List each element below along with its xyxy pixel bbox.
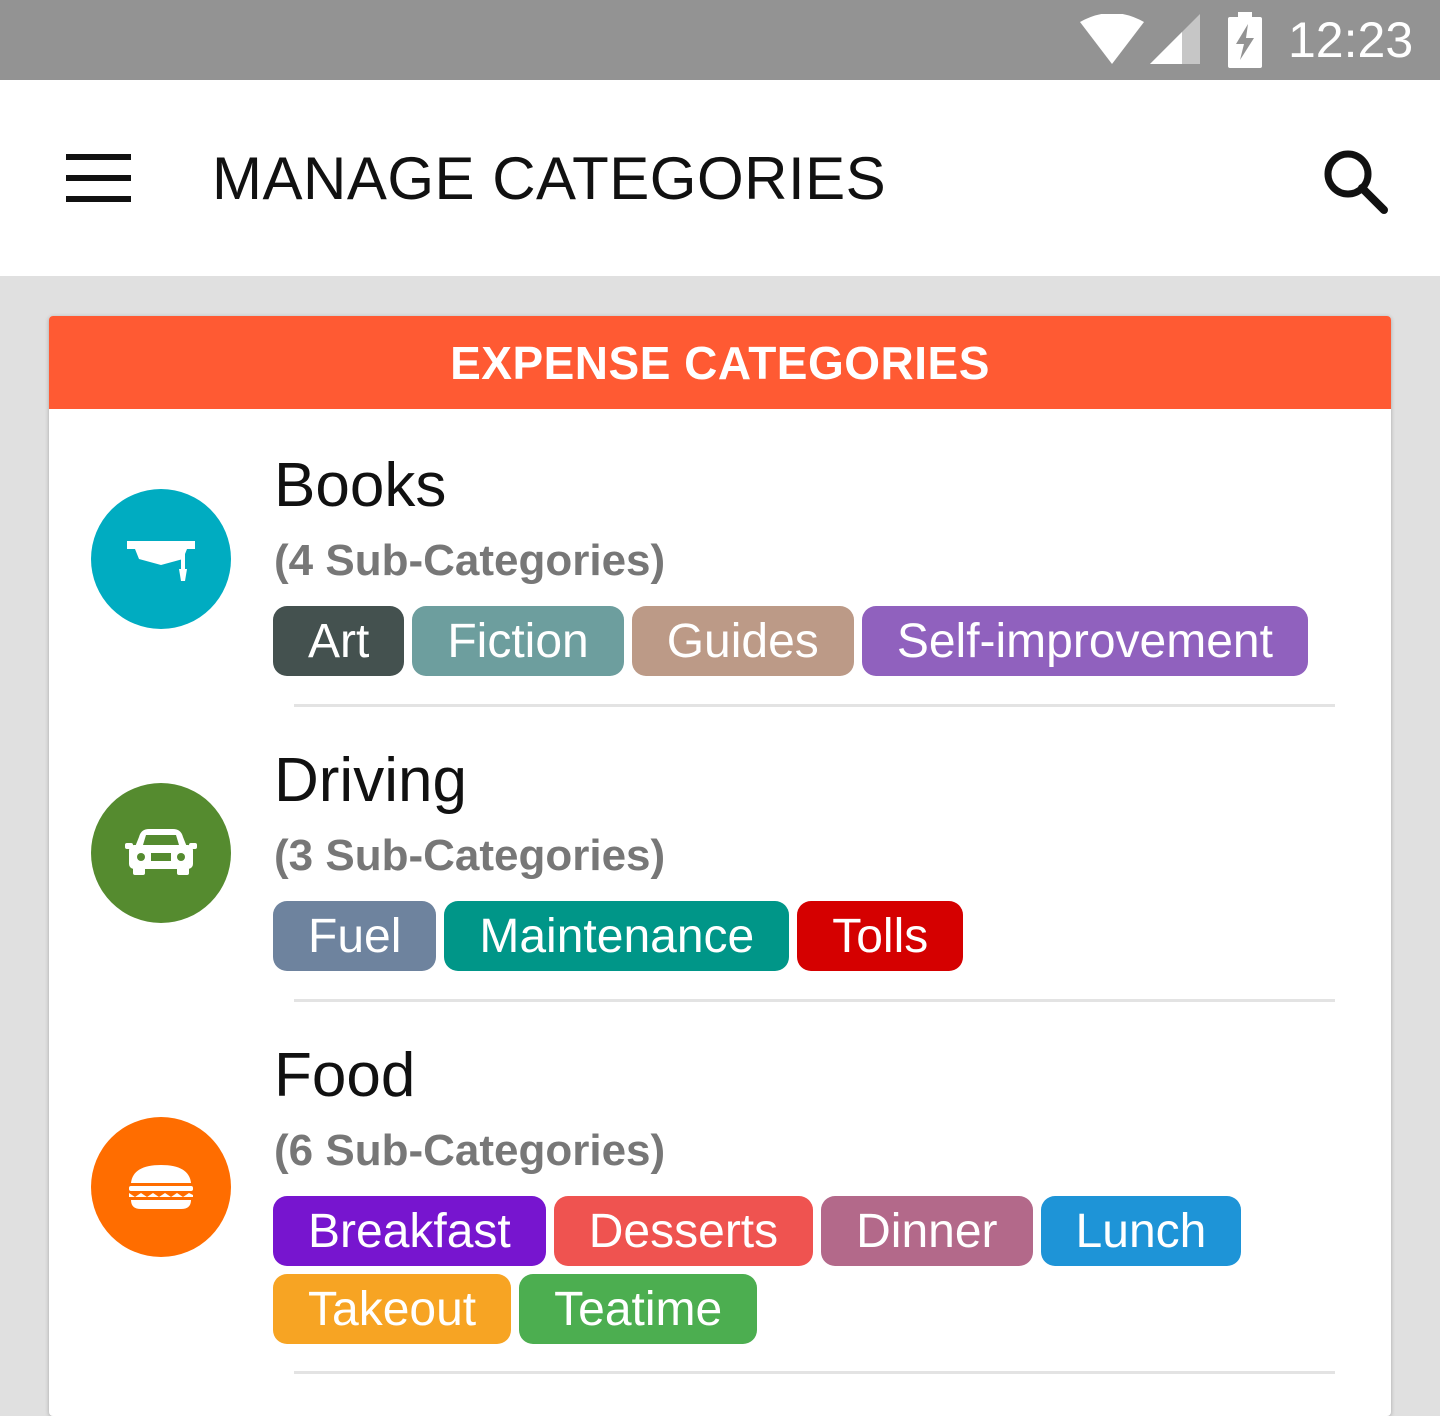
subcategory-chip[interactable]: Tolls: [797, 901, 964, 971]
subcategory-count: (6 Sub-Categories): [274, 1126, 666, 1175]
category-name: Driving: [274, 746, 467, 815]
category-name: Books: [274, 451, 447, 520]
subcategory-chip[interactable]: Maintenance: [444, 901, 790, 971]
subcategory-chips: Breakfast Desserts Dinner Lunch Takeout …: [273, 1196, 1273, 1344]
subcategory-count: (4 Sub-Categories): [274, 536, 666, 585]
battery-charging-icon: [1228, 12, 1262, 68]
subcategory-chip[interactable]: Guides: [631, 606, 854, 676]
search-button[interactable]: [1318, 144, 1394, 220]
graduation-cap-icon: [127, 541, 195, 581]
hamburger-menu-icon: [66, 154, 131, 202]
subcategory-chip[interactable]: Lunch: [1040, 1196, 1242, 1266]
subcategory-chips: Art Fiction Guides Self-improvement: [273, 606, 1353, 676]
subcategory-chip[interactable]: Fuel: [273, 901, 437, 971]
wifi-icon: [1080, 14, 1144, 64]
expense-categories-card: EXPENSE CATEGORIES Books (4 Sub-Categori…: [49, 316, 1391, 1416]
status-bar: 12:23: [0, 0, 1440, 80]
status-time: 12:23: [1288, 12, 1414, 68]
cell-signal-icon: [1150, 14, 1200, 64]
subcategory-count: (3 Sub-Categories): [274, 831, 666, 880]
subcategory-chip[interactable]: Desserts: [553, 1196, 814, 1266]
search-icon: [1324, 150, 1388, 214]
divider: [294, 1371, 1335, 1374]
subcategory-chip[interactable]: Dinner: [821, 1196, 1033, 1266]
app-bar: MANAGE CATEGORIES: [0, 80, 1440, 276]
car-icon: [125, 829, 197, 875]
category-icon-circle: [91, 783, 231, 923]
card-header: EXPENSE CATEGORIES: [49, 316, 1391, 409]
subcategory-chip[interactable]: Self-improvement: [861, 606, 1308, 676]
subcategory-chip[interactable]: Art: [273, 606, 405, 676]
page-title: MANAGE CATEGORIES: [212, 145, 887, 212]
card-header-title: EXPENSE CATEGORIES: [450, 336, 990, 389]
menu-button[interactable]: [56, 146, 140, 210]
subcategory-chip[interactable]: Teatime: [519, 1274, 758, 1344]
category-icon-circle: [91, 489, 231, 629]
divider: [294, 704, 1335, 707]
subcategory-chips: Fuel Maintenance Tolls: [273, 901, 1353, 971]
divider: [294, 999, 1335, 1002]
subcategory-chip[interactable]: Breakfast: [273, 1196, 546, 1266]
burger-icon: [129, 1165, 193, 1209]
category-name: Food: [274, 1041, 416, 1110]
subcategory-chip[interactable]: Takeout: [273, 1274, 512, 1344]
subcategory-chip[interactable]: Fiction: [412, 606, 624, 676]
category-icon-circle: [91, 1117, 231, 1257]
